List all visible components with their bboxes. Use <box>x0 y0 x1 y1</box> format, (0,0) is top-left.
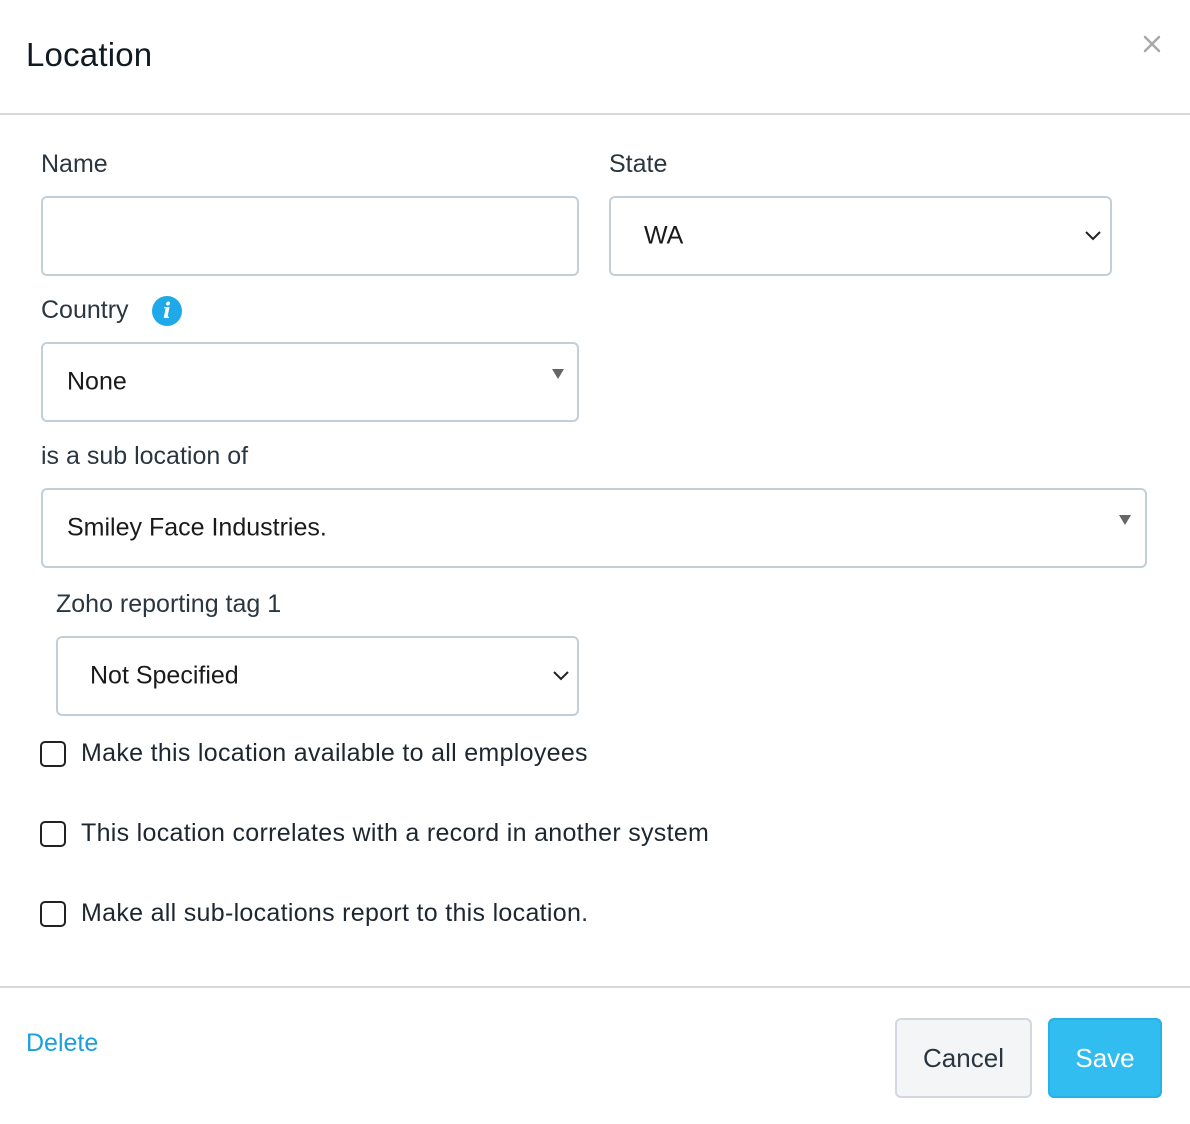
cancel-button[interactable]: Cancel <box>895 1018 1032 1098</box>
reporting-tag-value: Not Specified <box>90 661 239 690</box>
caret-down-icon <box>552 369 564 379</box>
state-select[interactable]: WA <box>609 196 1112 276</box>
checkbox-label: This location correlates with a record i… <box>81 819 710 847</box>
dialog-header: Location <box>0 0 1190 115</box>
reporting-tag-label: Zoho reporting tag 1 <box>56 590 282 618</box>
chevron-down-icon <box>1085 231 1101 241</box>
checkbox[interactable] <box>40 740 66 767</box>
footer-divider <box>0 986 1190 988</box>
reporting-tag-select[interactable]: Not Specified <box>56 636 579 716</box>
delete-link[interactable]: Delete <box>26 1029 98 1058</box>
checkbox-available-to-all[interactable]: Make this location available to all empl… <box>40 739 588 768</box>
sub-location-label: is a sub location of <box>41 442 249 470</box>
caret-down-icon <box>1119 515 1131 525</box>
dialog-title: Location <box>26 36 153 73</box>
checkbox-correlates-record[interactable]: This location correlates with a record i… <box>40 819 709 848</box>
info-icon[interactable]: i <box>152 296 182 326</box>
country-select[interactable]: None <box>41 342 579 422</box>
chevron-down-icon <box>553 671 569 681</box>
checkbox[interactable] <box>40 900 66 927</box>
country-label: Country <box>41 296 129 324</box>
save-button[interactable]: Save <box>1048 1018 1162 1098</box>
name-input[interactable] <box>41 196 579 276</box>
checkbox-sub-locations-report[interactable]: Make all sub-locations report to this lo… <box>40 899 588 928</box>
checkbox-label: Make this location available to all empl… <box>81 739 588 767</box>
country-value: None <box>67 367 127 396</box>
sub-location-select[interactable]: Smiley Face Industries. <box>41 488 1147 568</box>
state-label: State <box>609 150 668 178</box>
state-value: WA <box>644 221 684 250</box>
checkbox[interactable] <box>40 820 66 847</box>
sub-location-value: Smiley Face Industries. <box>67 513 327 542</box>
close-icon[interactable] <box>1138 30 1166 58</box>
checkbox-label: Make all sub-locations report to this lo… <box>81 899 589 927</box>
name-label: Name <box>41 150 108 178</box>
